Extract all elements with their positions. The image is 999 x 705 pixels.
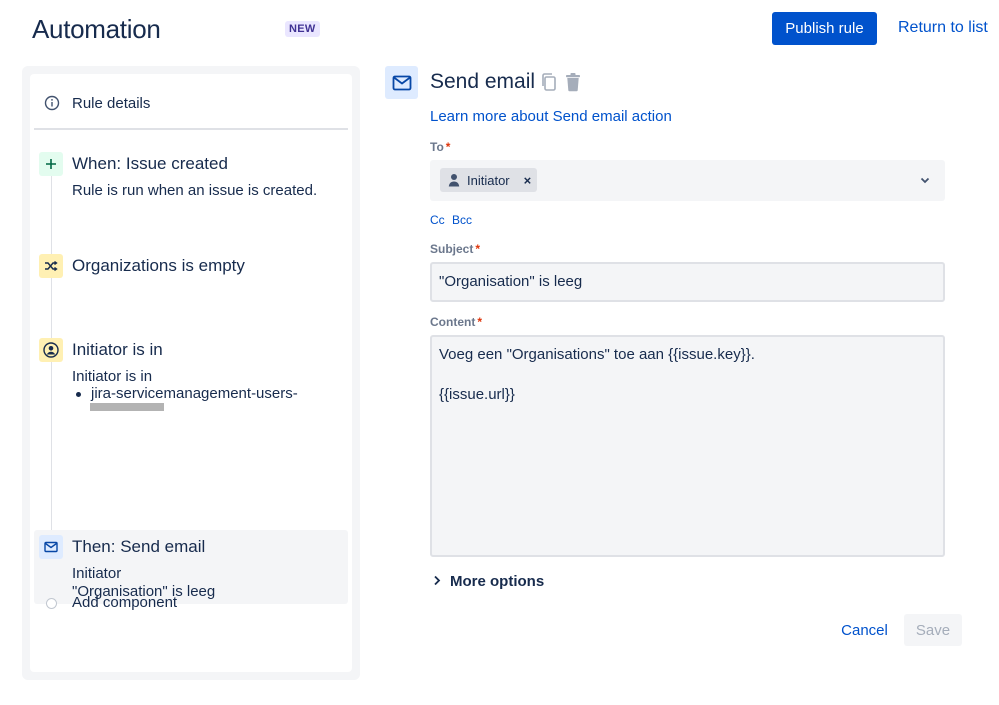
mail-icon xyxy=(39,535,63,559)
rule-details-label: Rule details xyxy=(72,95,151,112)
step-desc: Initiator is in xyxy=(72,368,153,385)
subject-label: Subject * xyxy=(430,242,481,256)
bcc-link[interactable]: Bcc xyxy=(452,213,472,227)
add-component-label: Add component xyxy=(72,594,178,611)
more-options-toggle[interactable]: More options xyxy=(432,573,544,590)
rule-details-item[interactable]: Rule details xyxy=(30,86,352,122)
step-desc: Rule is run when an issue is created. xyxy=(72,182,318,199)
cc-link[interactable]: Cc xyxy=(430,213,445,227)
rule-panel: Rule details When: Issue created Rule is… xyxy=(22,66,360,680)
content-label: Content * xyxy=(430,315,482,329)
step-condition-initiator[interactable]: Initiator is in Initiator is in jira-ser… xyxy=(34,332,348,422)
new-badge: NEW xyxy=(285,21,320,37)
publish-rule-button[interactable]: Publish rule xyxy=(772,12,877,45)
remove-chip-icon[interactable]: × xyxy=(524,173,532,188)
to-label: To * xyxy=(430,140,451,154)
recipient-chip: Initiator × xyxy=(440,168,538,192)
plus-icon xyxy=(39,152,63,176)
step-title: Organizations is empty xyxy=(72,256,245,275)
step-title: When: Issue created xyxy=(72,154,228,173)
add-component-button[interactable]: Add component xyxy=(30,589,352,619)
learn-more-link[interactable]: Learn more about Send email action xyxy=(430,108,672,125)
return-to-list-link[interactable]: Return to list xyxy=(898,19,988,37)
step-desc-recipient: Initiator xyxy=(72,565,122,582)
rule-list: Rule details When: Issue created Rule is… xyxy=(30,74,352,672)
action-title: Send email xyxy=(430,70,536,93)
content-textarea[interactable]: Voeg een "Organisations" toe aan {{issue… xyxy=(430,335,945,557)
save-button[interactable]: Save xyxy=(904,614,962,646)
cancel-button[interactable]: Cancel xyxy=(832,614,897,646)
group-list-item: jira-servicemanagement-users- xyxy=(76,385,298,402)
redacted-text xyxy=(90,403,164,411)
to-select[interactable]: Initiator × xyxy=(430,160,945,201)
user-circle-icon xyxy=(39,338,63,362)
step-title: Then: Send email xyxy=(72,537,206,556)
more-options-label: More options xyxy=(450,573,545,590)
chevron-down-icon xyxy=(920,177,930,184)
mail-icon xyxy=(385,66,418,99)
step-condition-organizations[interactable]: Organizations is empty xyxy=(34,248,348,284)
page-title: Automation xyxy=(32,14,161,44)
chevron-right-icon xyxy=(434,575,441,586)
add-circle-icon xyxy=(46,598,57,609)
chip-label: Initiator xyxy=(467,172,510,188)
step-trigger[interactable]: When: Issue created Rule is run when an … xyxy=(34,146,348,202)
shuffle-icon xyxy=(39,254,63,278)
copy-icon[interactable] xyxy=(540,72,558,92)
step-title: Initiator is in xyxy=(72,340,163,359)
subject-input[interactable]: "Organisation" is leeg xyxy=(430,262,945,302)
info-icon xyxy=(44,95,60,111)
trash-icon[interactable] xyxy=(564,72,582,92)
divider xyxy=(34,128,348,130)
person-icon xyxy=(448,174,460,187)
